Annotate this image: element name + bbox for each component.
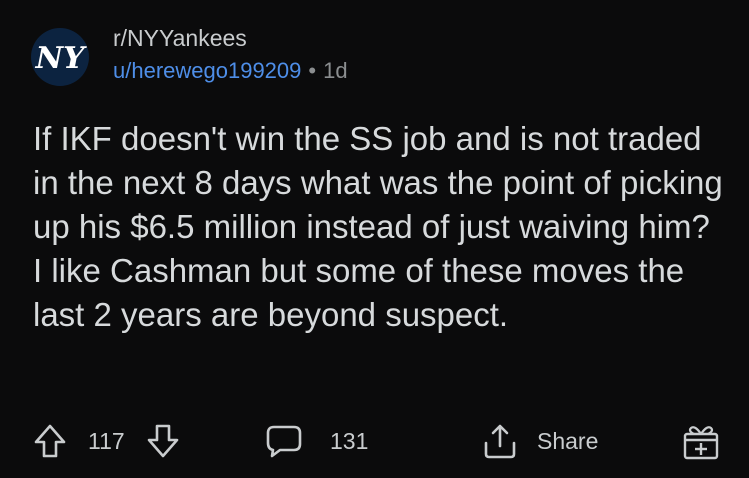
post-action-bar: 117 131 Share — [0, 418, 749, 464]
vote-count-wrap: 117 — [88, 418, 125, 464]
comment-bubble-icon — [264, 422, 304, 460]
avatar-logo-text: NY — [35, 41, 87, 76]
upvote-arrow-icon — [33, 422, 67, 460]
yankees-logo-icon: NY — [35, 41, 87, 76]
post-meta: u/herewego199209 • 1d — [113, 57, 348, 85]
downvote-button[interactable] — [146, 418, 180, 464]
vote-count: 117 — [88, 428, 125, 454]
post-title[interactable]: If IKF doesn't win the SS job and is not… — [33, 117, 723, 337]
gift-award-icon — [681, 421, 721, 461]
upvote-button[interactable] — [33, 418, 67, 464]
post-age: 1d — [323, 58, 348, 83]
share-button[interactable]: Share — [480, 418, 598, 464]
award-button[interactable] — [681, 418, 721, 464]
comments-button[interactable]: 131 — [264, 418, 368, 464]
share-label: Share — [537, 428, 599, 454]
downvote-arrow-icon — [146, 422, 180, 460]
subreddit-name[interactable]: r/NYYankees — [113, 24, 247, 52]
subreddit-avatar[interactable]: NY — [31, 28, 89, 86]
meta-separator: • — [308, 58, 317, 83]
share-icon — [480, 421, 520, 461]
author-username[interactable]: u/herewego199209 — [113, 58, 301, 83]
comment-count: 131 — [330, 428, 369, 454]
